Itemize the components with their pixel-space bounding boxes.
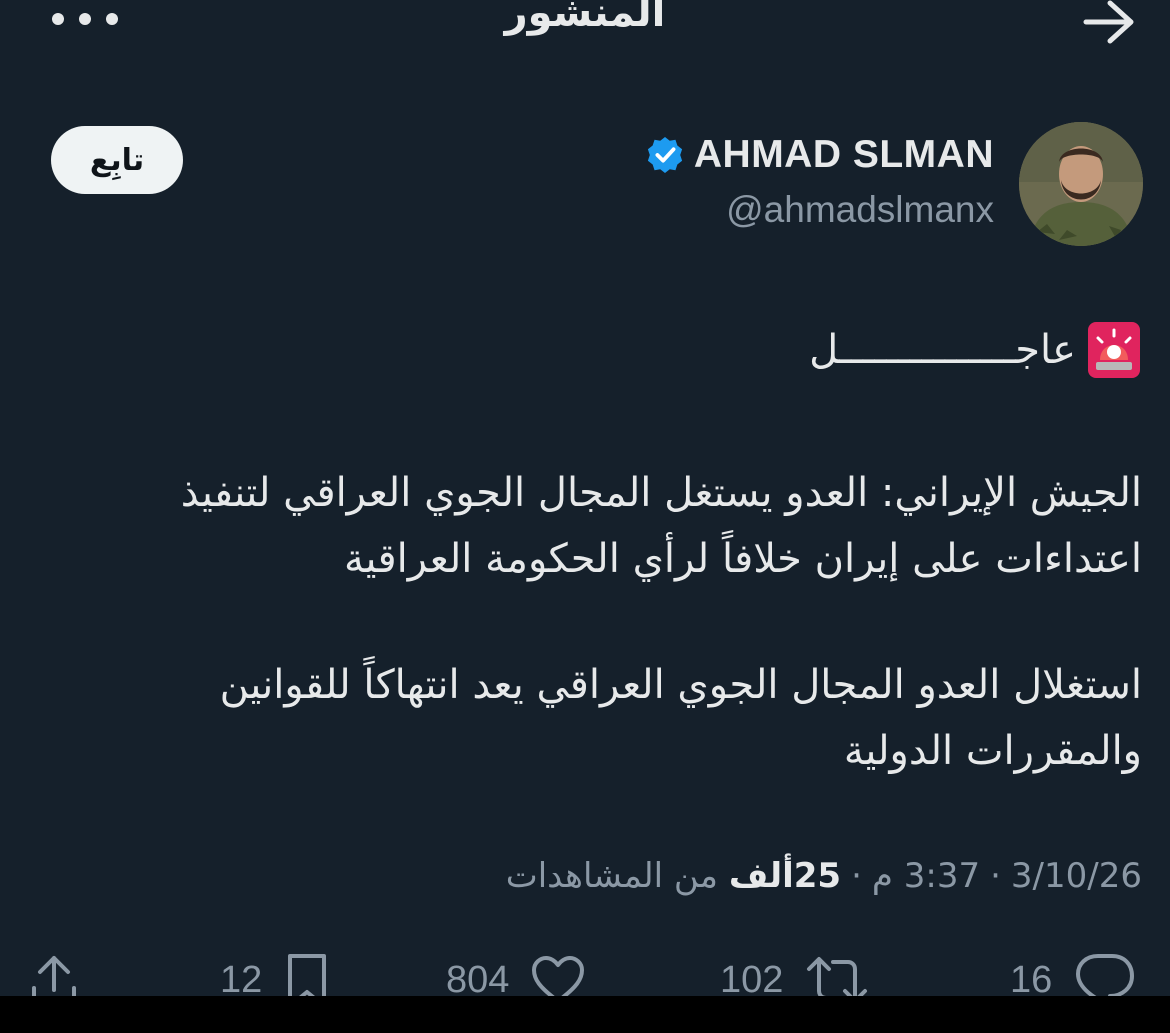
urgent-text: عاجـــــــــــــــل <box>809 327 1076 373</box>
repost-button[interactable]: 102 <box>720 940 869 996</box>
like-button[interactable]: 804 <box>446 940 585 996</box>
post-meta: 3/10/26·3:37 م·25ألف من المشاهدات <box>506 856 1142 896</box>
urgent-line: عاجـــــــــــــــل <box>52 300 1142 400</box>
display-name[interactable]: AHMAD SLMAN <box>646 133 994 177</box>
bookmark-count: 12 <box>220 958 263 997</box>
bookmark-button[interactable]: 12 <box>220 940 330 996</box>
author-handle[interactable]: @ahmadslmanx <box>726 189 994 231</box>
views-label: من المشاهدات <box>505 856 719 896</box>
system-navigation-bar <box>0 996 1170 1033</box>
like-count: 804 <box>446 958 510 997</box>
paragraph-1-line-1: الجيش الإيراني: العدو يستغل المجال الجوي… <box>180 470 1142 516</box>
post-time: 3:37 م <box>871 856 981 896</box>
header: المنشور <box>0 0 1170 46</box>
separator: · <box>851 856 862 896</box>
repost-icon <box>807 957 868 996</box>
avatar-image <box>1019 122 1143 246</box>
back-button[interactable] <box>1082 0 1136 44</box>
separator: · <box>990 856 1001 896</box>
avatar[interactable] <box>1019 122 1143 246</box>
post-date: 3/10/26 <box>1010 856 1142 896</box>
reply-button[interactable]: 16 <box>1010 940 1136 996</box>
author-name: AHMAD SLMAN <box>693 133 994 176</box>
share-icon <box>32 956 76 996</box>
more-icon-dot <box>79 13 91 25</box>
action-bar: 12 804 102 16 <box>0 940 1170 996</box>
page-title: المنشور <box>504 0 666 36</box>
reply-icon <box>1076 954 1135 996</box>
reply-count: 16 <box>1010 958 1053 997</box>
views-count[interactable]: 25ألف <box>729 856 841 896</box>
paragraph-2-line-1: استغلال العدو المجال الجوي العراقي يعد ا… <box>219 662 1142 708</box>
share-button[interactable] <box>30 940 78 996</box>
post-screen: المنشور AHMAD SLMAN @ahmadslmanx تابِع ع… <box>0 0 1170 996</box>
follow-button[interactable]: تابِع <box>51 126 183 194</box>
post-text: عاجـــــــــــــــل الجيش الإيراني: العد… <box>52 300 1142 784</box>
paragraph-1-line-2: اعتداءات على إيران خلافاً لرأي الحكومة ا… <box>343 536 1142 582</box>
bookmark-icon <box>288 954 327 996</box>
more-icon <box>52 13 64 25</box>
repost-count: 102 <box>720 958 784 997</box>
siren-icon <box>1088 322 1140 378</box>
more-icon-dot <box>106 13 118 25</box>
back-arrow-icon <box>1083 0 1134 44</box>
more-button[interactable] <box>52 6 118 32</box>
verified-icon <box>647 136 682 174</box>
like-icon <box>532 956 585 996</box>
paragraph-2-line-2: والمقررات الدولية <box>843 728 1142 774</box>
